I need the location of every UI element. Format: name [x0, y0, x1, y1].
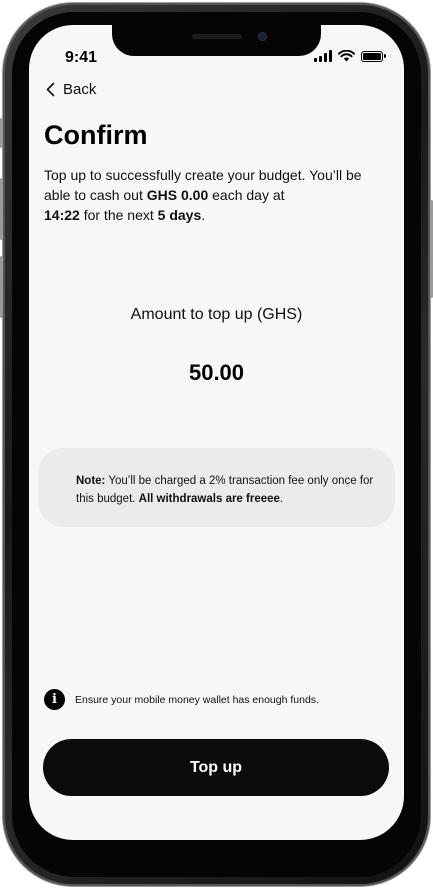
status-time: 9:41	[65, 49, 98, 66]
fee-note: Note: You’ll be charged a 2% transaction…	[38, 448, 395, 527]
info-row: i Ensure your mobile money wallet has en…	[44, 689, 319, 710]
battery-icon	[361, 50, 386, 62]
back-button[interactable]: Back	[46, 81, 96, 98]
camera-icon	[258, 32, 267, 41]
speaker-grille	[192, 34, 242, 39]
description-text: each day at	[208, 187, 285, 203]
page-title: Confirm	[44, 120, 148, 150]
battery-cap	[384, 54, 386, 58]
canvas: 9:41 Back Confirm Top up to successfully…	[0, 0, 433, 889]
status-icons	[314, 50, 386, 62]
wifi-icon	[338, 50, 355, 62]
cashout-time: 14:22	[44, 207, 80, 223]
info-text: Ensure your mobile money wallet has enou…	[75, 693, 319, 706]
cashout-amount: GHS 0.00	[146, 187, 209, 203]
budget-duration: 5 days	[157, 207, 202, 223]
info-icon: i	[44, 689, 65, 710]
top-up-button[interactable]: Top up	[43, 739, 389, 796]
note-emphasis: All withdrawals are freeee	[138, 493, 280, 505]
amount-value: 50.00	[188, 360, 245, 385]
back-label: Back	[63, 81, 97, 98]
notch	[112, 25, 321, 56]
battery-body	[361, 50, 383, 62]
note-suffix: .	[279, 493, 284, 505]
screen: 9:41 Back Confirm Top up to successfully…	[29, 25, 404, 840]
chevron-left-icon	[46, 82, 55, 97]
note-prefix: Note:	[76, 475, 106, 487]
description-text: for the next	[79, 207, 158, 223]
description-text: .	[201, 207, 206, 223]
amount-label: Amount to top up (GHS)	[130, 306, 303, 323]
page-description: Top up to successfully create your budge…	[44, 165, 389, 225]
signal-icon	[314, 50, 332, 62]
